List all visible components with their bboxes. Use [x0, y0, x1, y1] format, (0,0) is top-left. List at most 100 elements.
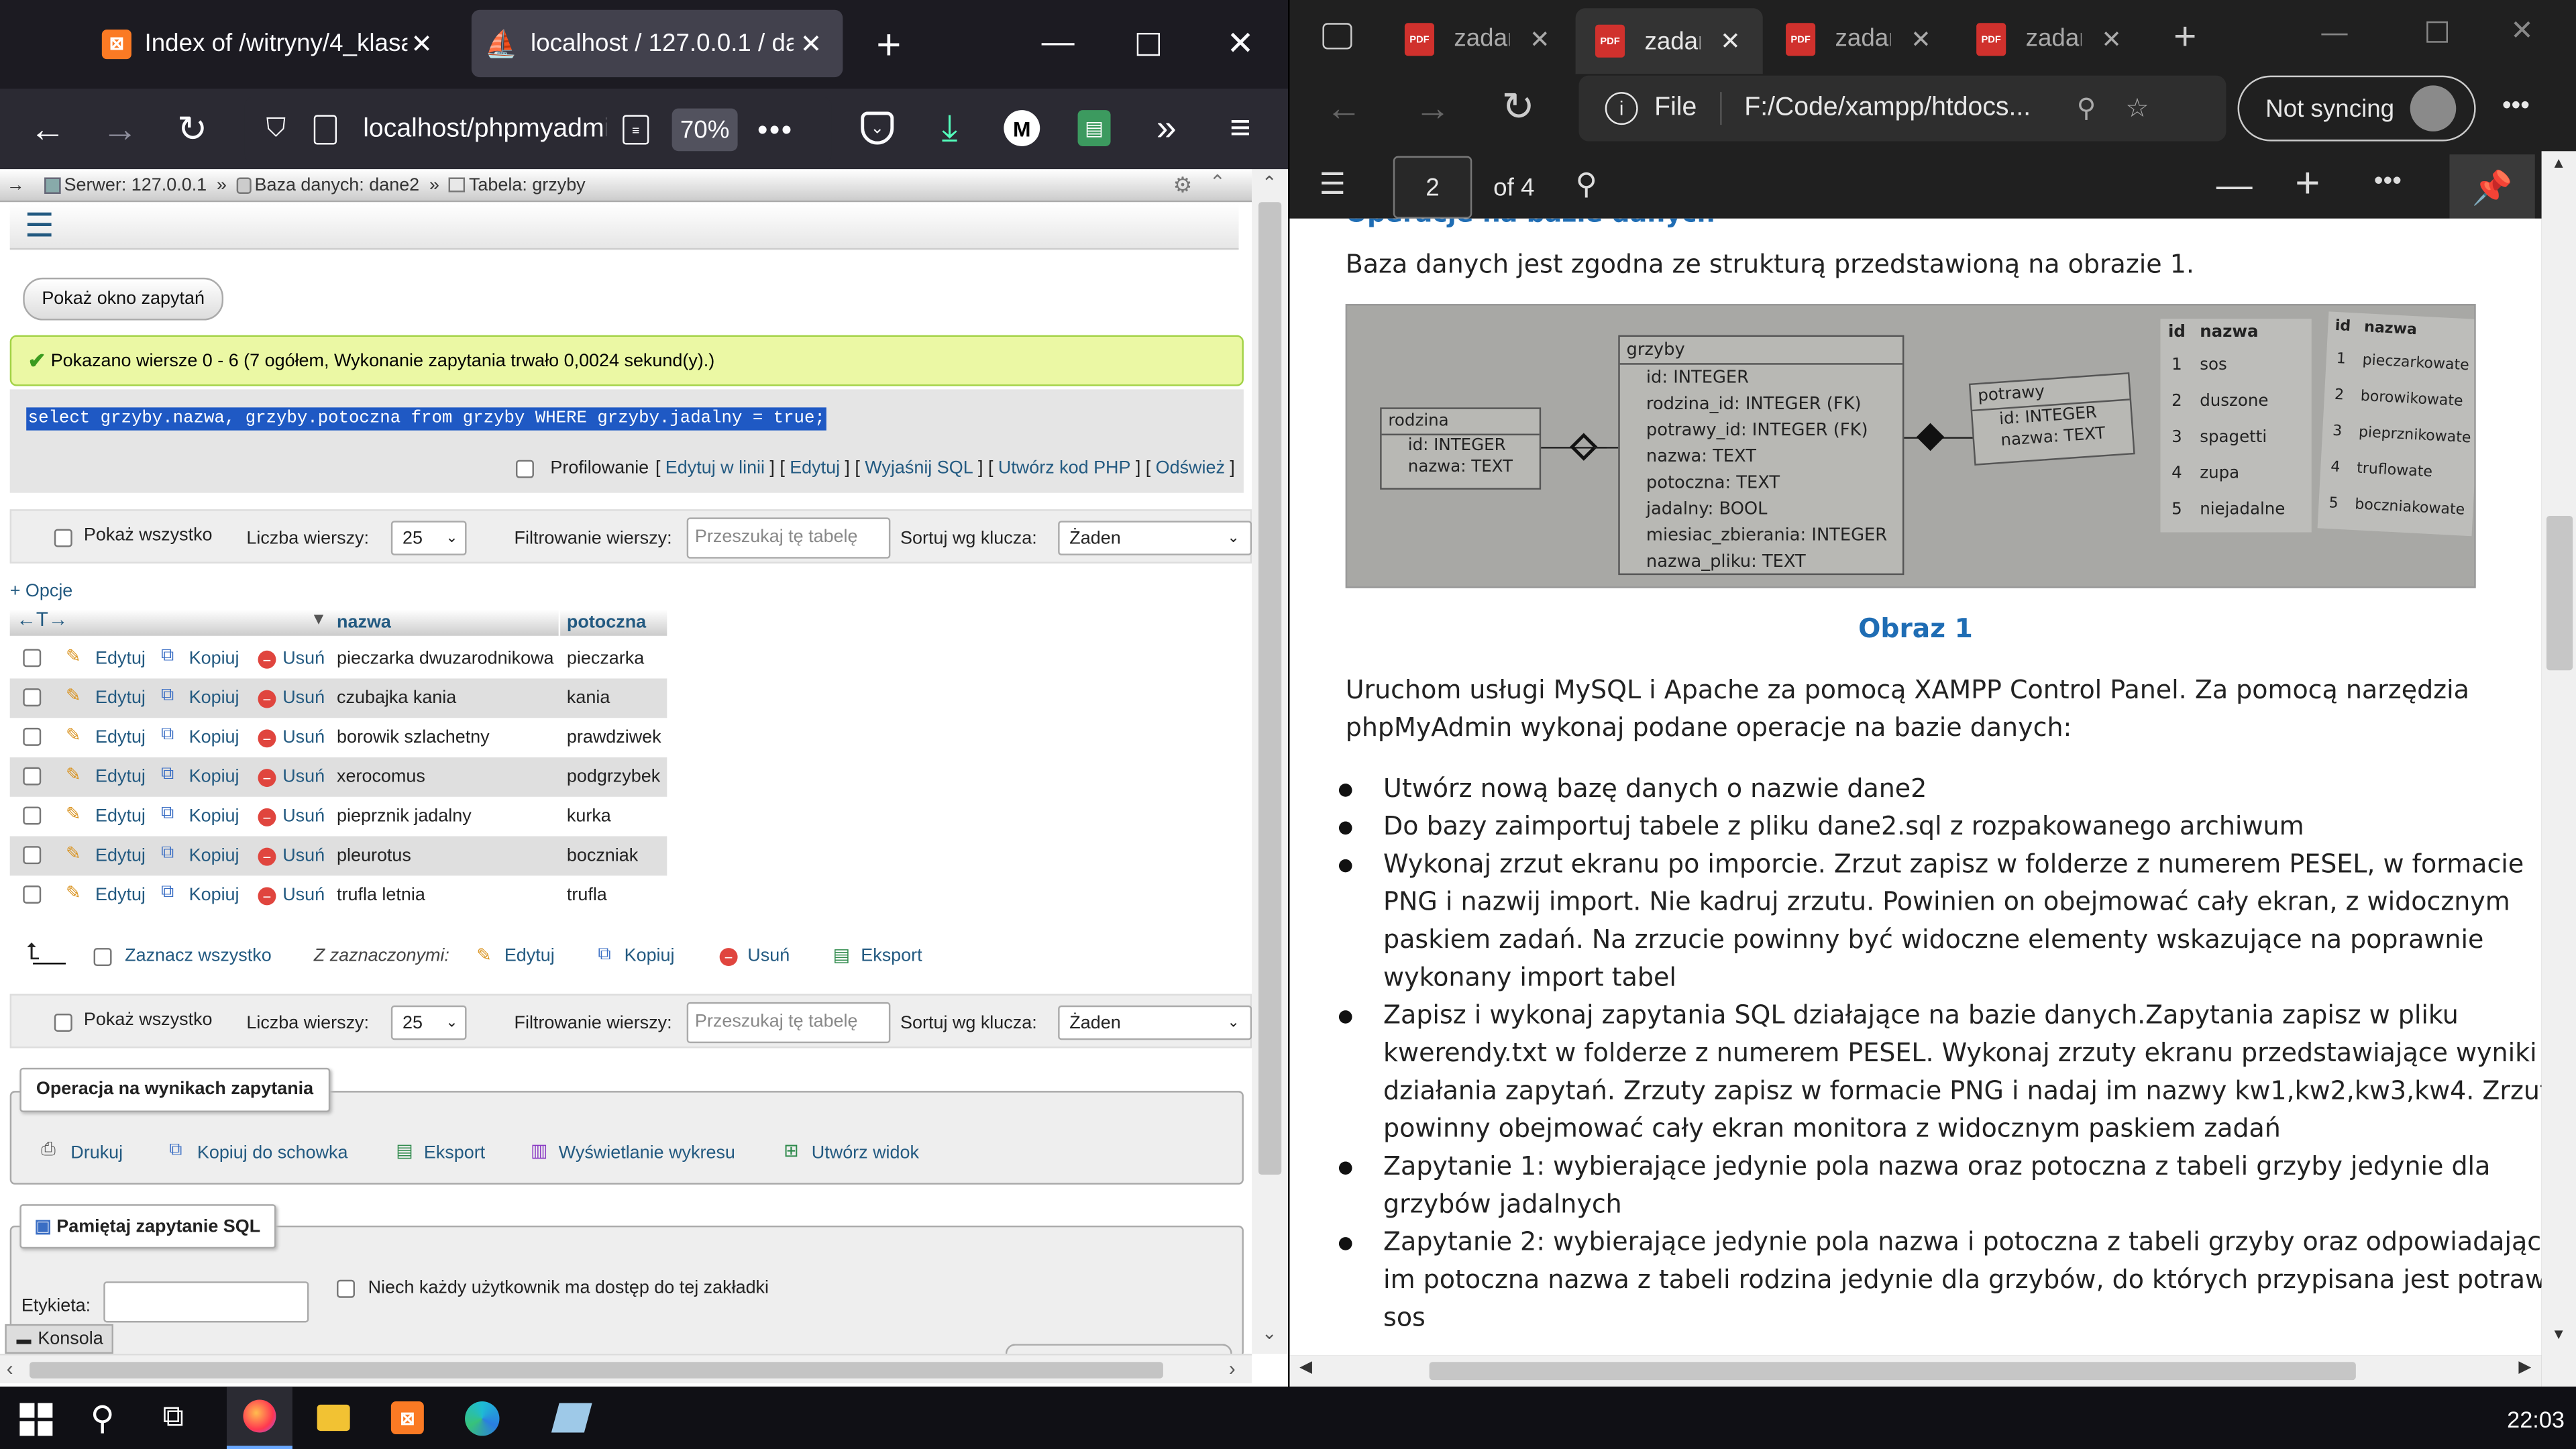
close-icon[interactable]: ✕ — [411, 27, 433, 60]
scroll-right-icon[interactable]: ▶ — [2518, 1358, 2531, 1377]
cell-nazwa[interactable]: czubajka kania — [337, 688, 456, 708]
row-copy-link[interactable]: Kopiuj — [189, 846, 239, 865]
row-checkbox[interactable] — [23, 727, 42, 746]
sql-query[interactable]: select grzyby.nazwa, grzyby.potoczna fro… — [26, 407, 827, 431]
column-header-nazwa[interactable]: nazwa — [337, 612, 391, 632]
scroll-thumb[interactable] — [1429, 1362, 2356, 1381]
zoom-icon[interactable]: ⚲ — [2077, 92, 2096, 125]
extension-m-icon[interactable]: M — [1004, 110, 1040, 146]
row-checkbox[interactable] — [23, 688, 42, 707]
scroll-thumb[interactable] — [1258, 202, 1282, 1175]
breadcrumb-table[interactable]: Tabela: grzyby — [469, 175, 586, 195]
row-copy-link[interactable]: Kopiuj — [189, 767, 239, 787]
edit-inline-link[interactable]: Edytuj w linii — [665, 458, 765, 478]
row-edit-link[interactable]: Edytuj — [95, 846, 146, 865]
forward-icon[interactable]: → — [99, 109, 142, 152]
print-button[interactable]: Drukuj — [70, 1144, 123, 1163]
reload-icon[interactable]: ↻ — [171, 109, 214, 152]
row-copy-link[interactable]: Kopiuj — [189, 688, 239, 708]
scroll-right-icon[interactable]: › — [1229, 1357, 1236, 1380]
label-input[interactable] — [103, 1281, 309, 1323]
show-query-button[interactable]: Pokaż okno zapytań — [23, 277, 224, 321]
refresh-link[interactable]: Odśwież — [1156, 458, 1225, 478]
tab-phpmyadmin[interactable]: ⛵ localhost / 127.0.0.1 / dane2 ✕ — [471, 9, 843, 78]
row-delete-link[interactable]: Usuń — [282, 806, 325, 826]
create-view-button[interactable]: Utwórz widok — [812, 1144, 919, 1163]
forward-icon[interactable]: → — [1415, 87, 1451, 130]
pocket-icon[interactable]: ⌄ — [861, 111, 894, 145]
tab-index[interactable]: ⊠ Index of /witryny/4_klasa/ ✕ — [89, 10, 458, 77]
cell-potoczna[interactable]: pieczarka — [567, 649, 644, 668]
column-resize-arrows-icon[interactable]: ←T→ — [16, 608, 68, 631]
row-checkbox[interactable] — [23, 649, 42, 667]
breadcrumb-server[interactable]: Serwer: 127.0.0.1 — [64, 175, 207, 195]
pdf-tab[interactable]: PDF zadan ✕ — [1766, 8, 1953, 69]
row-delete-link[interactable]: Usuń — [282, 767, 325, 787]
row-edit-link[interactable]: Edytuj — [95, 767, 146, 787]
copy-clipboard-button[interactable]: Kopiuj do schowka — [197, 1144, 348, 1163]
row-copy-link[interactable]: Kopiuj — [189, 728, 239, 747]
settings-more-icon[interactable]: ••• — [2502, 92, 2530, 121]
scroll-left-icon[interactable]: ◀ — [1299, 1358, 1312, 1377]
sort-desc-icon[interactable]: ▼ — [311, 611, 327, 629]
add-favorite-icon[interactable]: ☆ — [2126, 92, 2149, 125]
cell-potoczna[interactable]: kurka — [567, 806, 611, 826]
file-explorer-icon[interactable] — [317, 1404, 350, 1432]
scroll-thumb[interactable] — [30, 1362, 1163, 1379]
scroll-left-icon[interactable]: ‹ — [7, 1357, 13, 1380]
cell-nazwa[interactable]: borowik szlachetny — [337, 728, 490, 747]
column-header-potoczna[interactable]: potoczna — [567, 612, 646, 632]
row-edit-link[interactable]: Edytuj — [95, 885, 146, 905]
row-copy-link[interactable]: Kopiuj — [189, 885, 239, 905]
close-icon[interactable]: ✕ — [2101, 24, 2122, 54]
bulk-copy-button[interactable]: Kopiuj — [625, 947, 675, 966]
close-icon[interactable]: ✕ — [1720, 26, 1741, 56]
bulk-delete-button[interactable]: Usuń — [747, 947, 790, 966]
pdf-tab[interactable]: PDF zadan ✕ — [1575, 8, 1763, 74]
new-tab-icon[interactable]: + — [867, 19, 910, 68]
minimize-icon[interactable]: — — [2321, 19, 2347, 49]
row-checkbox[interactable] — [23, 885, 42, 904]
rows-select[interactable]: 25 ⌄ — [390, 1005, 467, 1040]
pdf-vertical-scrollbar[interactable]: ▲ ▼ — [2541, 151, 2576, 1387]
pin-toolbar-icon[interactable]: 📌 — [2449, 154, 2535, 221]
rows-select[interactable]: 25 ⌄ — [390, 521, 467, 555]
select-all-checkbox[interactable] — [93, 948, 112, 967]
cell-nazwa[interactable]: pleurotus — [337, 846, 411, 865]
cell-nazwa[interactable]: pieprznik jadalny — [337, 806, 472, 826]
horizontal-scrollbar[interactable]: ‹ › — [0, 1353, 1252, 1384]
back-icon[interactable]: ← — [1326, 87, 1362, 130]
options-link[interactable]: + Opcje — [10, 582, 73, 601]
close-icon[interactable]: ✕ — [1911, 24, 1931, 54]
row-copy-link[interactable]: Kopiuj — [189, 806, 239, 826]
back-icon[interactable]: ← — [26, 109, 69, 152]
sort-select[interactable]: Żaden ⌄ — [1058, 521, 1252, 555]
scroll-down-icon[interactable]: ⌄ — [1262, 1322, 1277, 1344]
row-delete-link[interactable]: Usuń — [282, 885, 325, 905]
vertical-scrollbar[interactable]: ⌃ ⌄ — [1252, 169, 1289, 1354]
address-bar[interactable]: i File F:/Code/xampp/htdocs... ⚲ ☆ — [1578, 75, 2226, 142]
cell-potoczna[interactable]: trufla — [567, 885, 607, 905]
scroll-up-icon[interactable]: ⌃ — [1262, 172, 1277, 194]
cell-potoczna[interactable]: prawdziwek — [567, 728, 661, 747]
extension-icon[interactable]: ▤ — [1077, 110, 1111, 146]
pdf-horizontal-scrollbar[interactable]: ◀ ▶ — [1289, 1355, 2542, 1387]
pdf-tab[interactable]: PDF zadan ✕ — [1957, 8, 2144, 69]
minimize-icon[interactable]: — — [1038, 23, 1078, 62]
row-edit-link[interactable]: Edytuj — [95, 649, 146, 668]
console-tab[interactable]: ▬ Konsola — [5, 1324, 113, 1354]
new-tab-icon[interactable]: + — [2163, 13, 2206, 62]
search-icon[interactable]: ⚲ — [91, 1398, 115, 1439]
collapse-icon[interactable]: ⌃ — [1209, 171, 1226, 194]
app-taskbar-icon[interactable] — [551, 1403, 592, 1433]
reload-icon[interactable]: ↻ — [1501, 84, 1534, 131]
pdf-tab[interactable]: PDF zadan ✕ — [1385, 8, 1572, 69]
export-button[interactable]: Eksport — [424, 1144, 485, 1163]
page-number-input[interactable]: 2 — [1393, 156, 1472, 219]
url-bar[interactable]: ⛉ localhost/phpmyadmin ≡ 70% ••• — [244, 97, 832, 163]
zoom-in-icon[interactable]: + — [2295, 158, 2320, 209]
select-all-label[interactable]: Zaznacz wszystko — [125, 947, 272, 966]
edge-taskbar-icon[interactable] — [465, 1401, 500, 1436]
filter-input[interactable]: Przeszukaj tę tabelę — [686, 1002, 891, 1044]
tab-actions-icon[interactable] — [1322, 23, 1352, 50]
